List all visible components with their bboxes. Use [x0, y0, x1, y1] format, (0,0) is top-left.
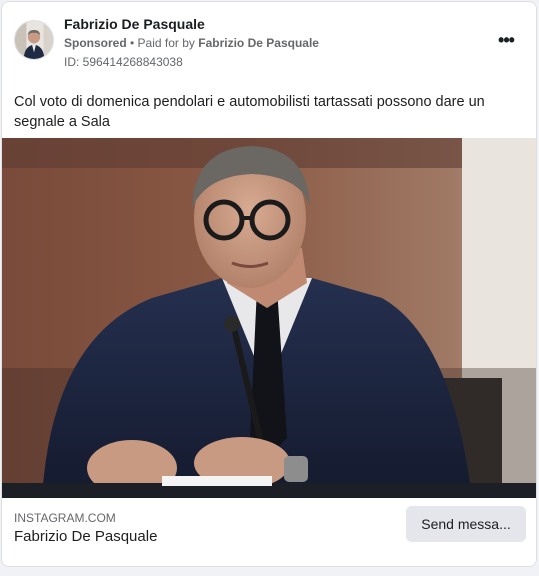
ad-photo: [2, 138, 536, 498]
ad-card: Fabrizio De Pasquale Sponsored • Paid fo…: [1, 1, 537, 567]
separator: •: [126, 36, 138, 50]
post-header: Fabrizio De Pasquale Sponsored • Paid fo…: [2, 2, 536, 82]
link-preview[interactable]: INSTAGRAM.COM Fabrizio De Pasquale Send …: [2, 498, 536, 566]
link-domain: INSTAGRAM.COM: [14, 511, 116, 525]
sponsored-line: Sponsored • Paid for by Fabrizio De Pasq…: [64, 36, 319, 50]
avatar[interactable]: [14, 20, 54, 60]
ad-image[interactable]: [2, 138, 536, 498]
sponsored-label: Sponsored: [64, 36, 127, 50]
link-title[interactable]: Fabrizio De Pasquale: [14, 528, 157, 545]
send-message-button[interactable]: Send messa...: [406, 506, 526, 542]
page-name[interactable]: Fabrizio De Pasquale: [64, 16, 205, 32]
post-body-text: Col voto di domenica pendolari e automob…: [14, 94, 485, 130]
paid-for-name[interactable]: Fabrizio De Pasquale: [198, 36, 319, 50]
ad-id: ID: 596414268843038: [64, 55, 183, 69]
more-options-button[interactable]: •••: [494, 30, 518, 50]
avatar-image: [15, 21, 53, 59]
paid-for-prefix: Paid for by: [137, 36, 199, 50]
more-options-icon: •••: [498, 30, 515, 50]
